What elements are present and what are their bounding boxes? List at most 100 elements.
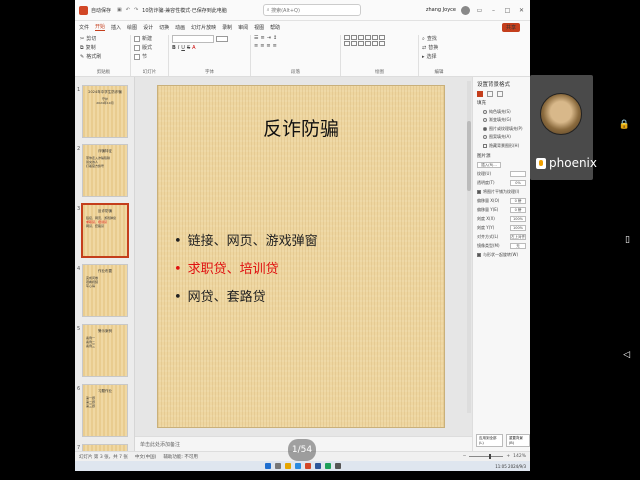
checkbox-tile-texture[interactable]: 将图片平铺为纹理(I)	[477, 189, 526, 195]
file-explorer-icon[interactable]	[284, 463, 291, 469]
slide-thumbnail-6[interactable]: 习题作业 第一题 第二题 第三题	[82, 384, 128, 437]
offset-y-input[interactable]: 0 磅	[510, 206, 526, 213]
zoom-level[interactable]: 142%	[513, 454, 526, 459]
layout-button[interactable]: 版式	[134, 44, 165, 51]
slide-thumbnail-4[interactable]: 作业布置 完成问卷 观看视频 写心得	[82, 264, 128, 317]
picture-tab-icon[interactable]	[497, 91, 503, 97]
new-slide-button[interactable]: 新建	[134, 35, 165, 42]
radio-picture-fill[interactable]: 图片或纹理填充(P)	[483, 126, 526, 132]
underline-icon[interactable]: U	[181, 45, 185, 51]
align-right-icon[interactable]: ≡	[266, 43, 270, 49]
replace-button[interactable]: ⇄ 替换	[422, 44, 456, 52]
menu-insert[interactable]: 插入	[111, 24, 121, 31]
search-box[interactable]: ⌕ 搜索(Alt+Q)	[262, 4, 361, 16]
numbering-icon[interactable]: ≡	[260, 35, 264, 41]
italic-icon[interactable]: I	[178, 45, 179, 51]
search-taskbar-icon[interactable]	[274, 463, 281, 469]
start-icon[interactable]	[264, 463, 271, 469]
menu-design[interactable]: 设计	[143, 24, 153, 31]
transparency-input[interactable]: 0%	[510, 179, 526, 186]
menu-draw[interactable]: 绘图	[127, 24, 137, 31]
wechat-icon[interactable]	[324, 463, 331, 469]
cut-button[interactable]: ✂ 剪切	[80, 35, 127, 43]
mirror-dropdown[interactable]: 无	[510, 242, 526, 249]
menu-review[interactable]: 审阅	[238, 24, 248, 31]
slide-thumbnail-7[interactable]	[82, 444, 128, 451]
font-size-dropdown[interactable]	[216, 36, 228, 42]
strikethrough-icon[interactable]: S	[187, 45, 190, 51]
word-taskbar-icon[interactable]	[314, 463, 321, 469]
undo-icon[interactable]: ↶	[126, 7, 130, 13]
checkbox-rotate-with-shape[interactable]: 与形状一起旋转(W)	[477, 252, 526, 258]
bullet-item[interactable]: 求职贷、培训贷	[174, 256, 318, 284]
edge-icon[interactable]	[294, 463, 301, 469]
reset-background-button[interactable]: 重置背景(B)	[505, 434, 530, 447]
format-painter-button[interactable]: ✎ 格式刷	[80, 53, 127, 61]
align-left-icon[interactable]: ≡	[254, 43, 258, 49]
scale-x-input[interactable]: 100%	[510, 215, 526, 222]
menu-animations[interactable]: 动画	[175, 24, 185, 31]
radio-solid-fill[interactable]: 纯色填充(S)	[483, 109, 526, 115]
line-spacing-icon[interactable]: ↕	[273, 35, 277, 41]
section-button[interactable]: 节	[134, 53, 165, 60]
video-participant-tile[interactable]: phoenix	[530, 75, 597, 180]
bullets-icon[interactable]: ☰	[254, 35, 258, 41]
menu-home[interactable]: 开始	[95, 23, 106, 31]
user-name[interactable]: zhang Joyce	[426, 7, 456, 13]
align-center-icon[interactable]: ≡	[260, 43, 264, 49]
menu-record[interactable]: 录制	[222, 24, 232, 31]
menu-slideshow[interactable]: 幻灯片放映	[191, 24, 216, 31]
app-icon[interactable]	[334, 463, 341, 469]
menu-view[interactable]: 视图	[254, 24, 264, 31]
font-name-dropdown[interactable]	[172, 35, 214, 43]
powerpoint-taskbar-icon[interactable]	[304, 463, 311, 469]
back-icon[interactable]: ◁	[623, 350, 630, 360]
radio-gradient-fill[interactable]: 渐变填充(G)	[483, 117, 526, 123]
zoom-out-icon[interactable]: −	[463, 454, 467, 459]
apply-all-button[interactable]: 应用到全部(L)	[476, 434, 503, 447]
effects-tab-icon[interactable]	[487, 91, 493, 97]
taskbar-clock[interactable]: 11:05 2024/9/3	[495, 464, 526, 469]
slide-thumbnail-3[interactable]: 反诈防骗 链接、网页、游戏弹窗 求职贷、培训贷 网贷、套路贷	[82, 204, 128, 257]
menu-transitions[interactable]: 切换	[159, 24, 169, 31]
menu-file[interactable]: 文件	[79, 24, 89, 31]
shapes-gallery[interactable]	[344, 35, 415, 46]
scroll-thumb[interactable]	[467, 121, 471, 191]
ribbon-display-icon[interactable]: ▭	[475, 7, 484, 14]
find-button[interactable]: ⌕ 查找	[422, 35, 456, 43]
menu-help[interactable]: 帮助	[270, 24, 280, 31]
zoom-in-icon[interactable]: +	[506, 454, 510, 459]
bullet-list[interactable]: 链接、网页、游戏弹窗 求职贷、培训贷 网贷、套路贷	[174, 228, 318, 312]
accessibility-indicator[interactable]: 辅助功能: 不可用	[163, 454, 197, 460]
zoom-slider[interactable]	[469, 454, 504, 459]
radio-pattern-fill[interactable]: 图案填充(A)	[483, 134, 526, 140]
bold-icon[interactable]: B	[172, 45, 176, 51]
lock-icon[interactable]: 🔒	[619, 120, 630, 130]
select-button[interactable]: ▸ 选择	[422, 53, 456, 61]
minimize-icon[interactable]: –	[489, 7, 498, 14]
align-dropdown[interactable]: 左上对齐	[510, 233, 526, 240]
slide-thumbnail-2[interactable]: 诈骗特征 带你走入诈骗陷阱 冒充熟人 打着官方旗号	[82, 144, 128, 197]
justify-icon[interactable]: ≡	[273, 43, 277, 49]
zoom-slider-thumb[interactable]	[489, 454, 492, 459]
slide-thumbnail-5[interactable]: 警示案例 案例一 案例二 案例三	[82, 324, 128, 377]
save-icon[interactable]: ▣	[117, 7, 122, 13]
indent-icon[interactable]: ⇥	[267, 35, 271, 41]
bullet-item[interactable]: 链接、网页、游戏弹窗	[174, 228, 318, 256]
checkbox-hide-graphics[interactable]: 隐藏背景图形(H)	[483, 143, 526, 149]
offset-x-input[interactable]: 0 磅	[510, 197, 526, 204]
language-indicator[interactable]: 中文(中国)	[135, 454, 157, 460]
redo-icon[interactable]: ↷	[134, 7, 138, 13]
share-button[interactable]: 共享	[501, 22, 520, 32]
copy-button[interactable]: ⧉ 复制	[80, 44, 127, 52]
slide-canvas[interactable]: 反诈防骗 链接、网页、游戏弹窗 求职贷、培训贷 网贷、套路贷	[157, 85, 445, 428]
fill-tab-icon[interactable]	[477, 91, 483, 97]
autosave-toggle[interactable]: 自动保存	[91, 7, 111, 14]
scale-y-input[interactable]: 100%	[510, 224, 526, 231]
close-icon[interactable]: ✕	[517, 7, 526, 14]
insert-picture-button[interactable]: 插入(R)...	[477, 161, 501, 168]
fill-section-header[interactable]: 填充	[477, 100, 526, 106]
phone-icon[interactable]: ▯	[625, 235, 630, 245]
user-avatar[interactable]	[461, 5, 470, 15]
vertical-scrollbar[interactable]	[467, 81, 471, 413]
